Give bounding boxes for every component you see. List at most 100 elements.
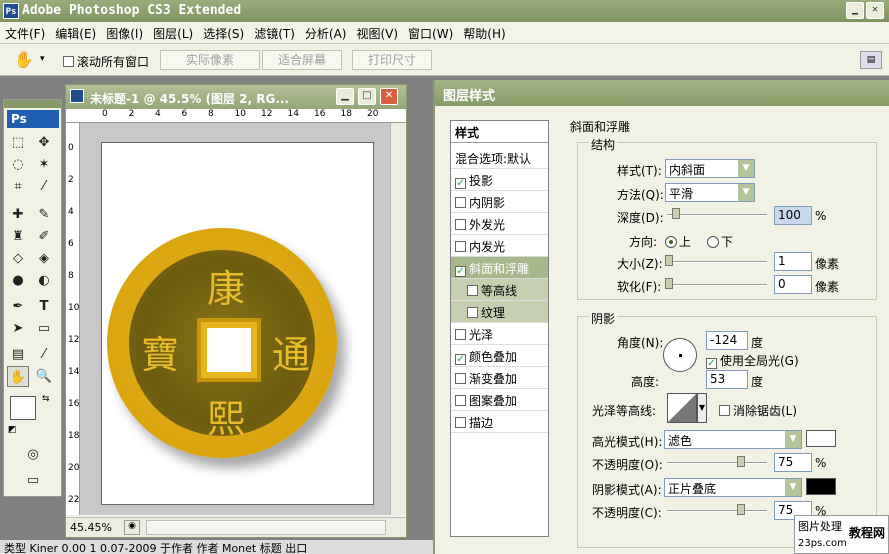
style-checkbox[interactable]: ✓ <box>455 178 466 189</box>
menu-view[interactable]: 视图(V) <box>351 22 403 42</box>
menu-select[interactable]: 选择(S) <box>198 22 249 42</box>
marquee-tool-icon[interactable]: ⬚ <box>7 132 29 153</box>
style-checkbox[interactable] <box>455 219 466 230</box>
blending-options-item[interactable]: 混合选项:默认 <box>451 147 548 169</box>
doc-close-button[interactable]: ✕ <box>380 88 398 105</box>
quick-mask-icon[interactable]: ◎ <box>22 444 44 465</box>
dodge-tool-icon[interactable]: ◐ <box>33 270 55 291</box>
blur-tool-icon[interactable]: ● <box>7 270 29 291</box>
eraser-tool-icon[interactable]: ◇ <box>7 248 29 269</box>
workspace-icon[interactable]: ▤ <box>860 51 882 69</box>
soften-slider-knob[interactable] <box>665 278 673 289</box>
hand-tool-icon[interactable]: ✋ <box>14 50 34 69</box>
hand-tool-active-icon[interactable]: ✋ <box>7 366 29 387</box>
size-slider-knob[interactable] <box>665 255 673 266</box>
print-size-button[interactable]: 打印尺寸 <box>352 50 432 70</box>
zoom-tool-icon[interactable]: 🔍 <box>33 366 55 387</box>
highlight-opacity-input[interactable]: 75 <box>774 453 812 472</box>
image-canvas[interactable]: 康 熙 通 寶 <box>101 142 374 505</box>
actual-pixels-button[interactable]: 实际像素 <box>160 50 260 70</box>
styles-header[interactable]: 样式 <box>451 121 548 143</box>
menu-help[interactable]: 帮助(H) <box>458 22 510 42</box>
gloss-contour-dropdown-icon[interactable]: ▼ <box>697 393 707 423</box>
style-checkbox[interactable] <box>455 395 466 406</box>
global-light-checkbox[interactable]: ✓ 使用全局光(G) <box>706 352 799 369</box>
highlight-opacity-slider-track[interactable] <box>667 462 767 464</box>
crop-tool-icon[interactable]: ⌗ <box>7 176 29 197</box>
altitude-input[interactable]: 53 <box>706 370 748 389</box>
minimize-button[interactable]: ▁ <box>846 2 864 19</box>
notes-tool-icon[interactable]: ▤ <box>7 344 29 365</box>
highlight-mode-select[interactable]: 滤色 ▼ <box>664 430 802 449</box>
direction-down-radio[interactable]: 下 <box>707 233 733 250</box>
angle-input[interactable]: -124 <box>706 331 748 350</box>
menu-file[interactable]: 文件(F) <box>0 22 50 42</box>
healing-brush-tool-icon[interactable]: ✚ <box>7 204 29 225</box>
menu-edit[interactable]: 编辑(E) <box>50 22 101 42</box>
status-menu-icon[interactable]: ◉ <box>124 520 140 535</box>
size-input[interactable]: 1 <box>774 252 812 271</box>
style-item[interactable]: 纹理 <box>451 301 548 323</box>
close-window-button[interactable]: ✕ <box>866 2 884 19</box>
doc-maximize-button[interactable]: □ <box>358 88 376 105</box>
style-item[interactable]: 渐变叠加 <box>451 367 548 389</box>
shadow-mode-select[interactable]: 正片叠底 ▼ <box>664 478 802 497</box>
angle-dial[interactable] <box>663 338 697 372</box>
highlight-opacity-slider-knob[interactable] <box>737 456 745 467</box>
depth-slider-track[interactable] <box>667 214 767 216</box>
shadow-opacity-slider-track[interactable] <box>667 510 767 512</box>
menu-analysis[interactable]: 分析(A) <box>300 22 352 42</box>
style-checkbox[interactable] <box>467 307 478 318</box>
style-checkbox[interactable] <box>455 197 466 208</box>
shadow-opacity-slider-knob[interactable] <box>737 504 745 515</box>
history-brush-tool-icon[interactable]: ✐ <box>33 226 55 247</box>
style-item[interactable]: 内发光 <box>451 235 548 257</box>
tool-preset-dropdown-icon[interactable]: ▾ <box>40 54 45 64</box>
paint-bucket-tool-icon[interactable]: ◈ <box>33 248 55 269</box>
menu-window[interactable]: 窗口(W) <box>403 22 458 42</box>
style-item[interactable]: 等高线 <box>451 279 548 301</box>
magic-wand-tool-icon[interactable]: ✶ <box>33 154 55 175</box>
lasso-tool-icon[interactable]: ◌ <box>7 154 29 175</box>
direction-up-radio[interactable]: 上 <box>665 233 691 250</box>
style-item[interactable]: ✓ 颜色叠加 <box>451 345 548 367</box>
style-item[interactable]: ✓ 斜面和浮雕 <box>451 257 548 279</box>
style-checkbox[interactable] <box>455 329 466 340</box>
toolbox-header[interactable] <box>4 100 61 108</box>
pen-tool-icon[interactable]: ✒ <box>7 296 29 317</box>
style-checkbox[interactable] <box>455 373 466 384</box>
doc-minimize-button[interactable]: ▁ <box>336 88 354 105</box>
default-colors-icon[interactable]: ◩ <box>8 425 17 435</box>
size-slider-track[interactable] <box>667 261 767 263</box>
gloss-contour-preview[interactable] <box>667 393 697 423</box>
menu-image[interactable]: 图像(I) <box>101 22 148 42</box>
style-checkbox[interactable]: ✓ <box>455 354 466 365</box>
depth-input[interactable]: 100 <box>774 206 812 225</box>
highlight-color-swatch[interactable] <box>806 430 836 447</box>
swap-colors-icon[interactable]: ⇆ <box>42 394 50 404</box>
document-title-bar[interactable]: 未标题-1 @ 45.5% (图层 2, RG... ▁ □ ✕ <box>66 85 406 109</box>
style-item[interactable]: 外发光 <box>451 213 548 235</box>
style-item[interactable]: 图案叠加 <box>451 389 548 411</box>
shadow-color-swatch[interactable] <box>806 478 836 495</box>
path-selection-tool-icon[interactable]: ➤ <box>7 318 29 339</box>
depth-slider-knob[interactable] <box>672 208 680 219</box>
menu-layer[interactable]: 图层(L) <box>148 22 198 42</box>
zoom-level[interactable]: 45.45% <box>70 521 112 534</box>
anti-alias-checkbox[interactable]: 消除锯齿(L) <box>719 402 797 419</box>
technique-select[interactable]: 平滑 ▼ <box>665 183 755 202</box>
shape-tool-icon[interactable]: ▭ <box>33 318 55 339</box>
move-tool-icon[interactable]: ✥ <box>33 132 55 153</box>
eyedropper-sample-tool-icon[interactable]: ⁄ <box>33 344 55 365</box>
menu-filter[interactable]: 滤镜(T) <box>249 22 300 42</box>
horizontal-scrollbar[interactable] <box>146 520 386 535</box>
eyedropper-tool-icon[interactable]: ⁄ <box>33 176 55 197</box>
style-checkbox[interactable] <box>467 285 478 296</box>
brush-tool-icon[interactable]: ✎ <box>33 204 55 225</box>
style-item[interactable]: ✓ 投影 <box>451 169 548 191</box>
clone-stamp-tool-icon[interactable]: ♜ <box>7 226 29 247</box>
fit-screen-button[interactable]: 适合屏幕 <box>262 50 342 70</box>
style-item[interactable]: 描边 <box>451 411 548 433</box>
scroll-all-windows-checkbox[interactable]: 滚动所有窗口 <box>63 53 149 70</box>
vertical-scrollbar[interactable] <box>390 123 406 515</box>
